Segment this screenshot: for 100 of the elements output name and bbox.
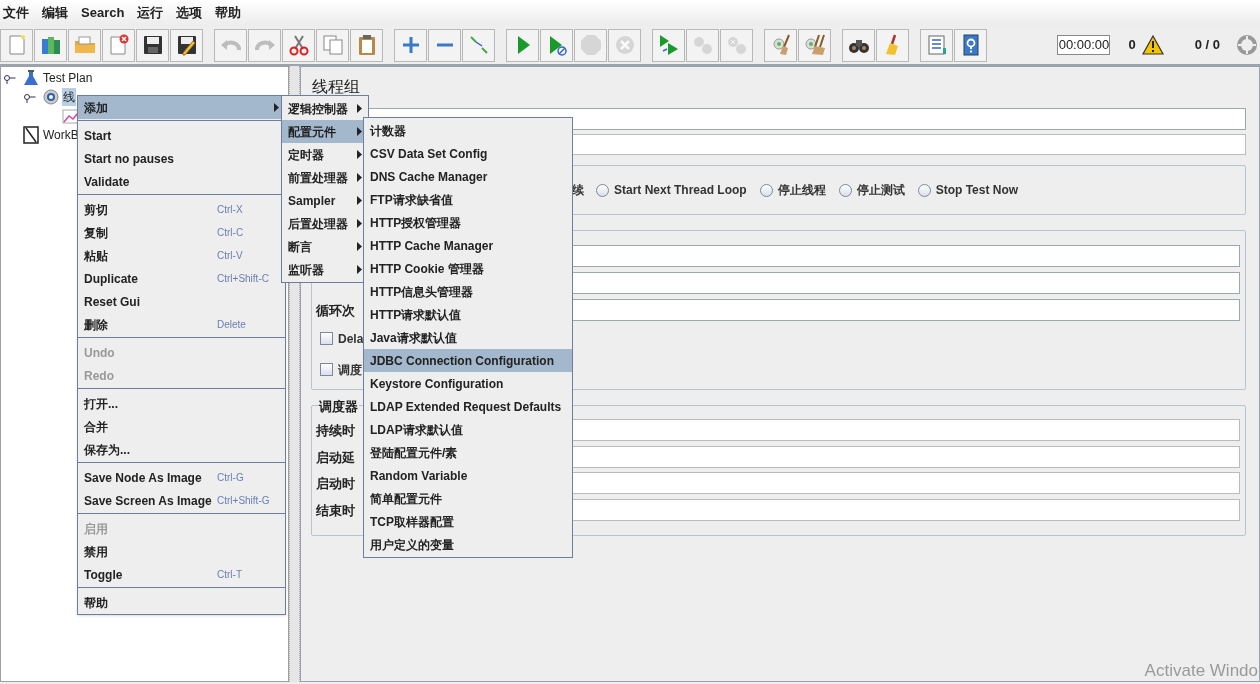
menu-item[interactable]: 删除 Delete (78, 313, 285, 336)
panel-title: 线程组 (311, 77, 361, 97)
checkbox[interactable] (320, 363, 333, 376)
menu-item[interactable]: 简单配置元件 (364, 487, 572, 510)
menu-item[interactable]: Validate (78, 170, 285, 193)
menu-item[interactable]: 帮助 (78, 591, 285, 614)
menu-item[interactable]: FTP请求缺省值 (364, 188, 572, 211)
save-as-button[interactable] (170, 28, 203, 62)
new-button[interactable] (0, 28, 33, 62)
warning-count: 0 (1128, 36, 1136, 55)
menu-item[interactable]: CSV Data Set Config (364, 142, 572, 165)
start-button[interactable] (506, 28, 539, 62)
menu-item[interactable]: Save Node As Image Ctrl-G (78, 466, 285, 489)
menu-title[interactable]: 编辑 (42, 3, 68, 23)
help-button[interactable] (954, 28, 987, 62)
clear-all-button[interactable] (798, 28, 831, 62)
menu-item[interactable]: Start no pauses (78, 147, 285, 170)
radio-option[interactable]: 停止测试 (838, 181, 905, 199)
menu-item[interactable]: Start (78, 124, 285, 147)
shortcut-label: Ctrl-V (217, 249, 243, 263)
pages-icon (320, 33, 345, 57)
menu-title[interactable]: 帮助 (215, 3, 242, 23)
function-helper-button[interactable] (920, 28, 953, 62)
submenu-arrow-icon (357, 242, 362, 251)
radio-option[interactable]: 停止线程 (759, 181, 826, 199)
checkbox-option[interactable]: Dela (320, 323, 364, 354)
curved-arrow-icon (253, 38, 276, 52)
shortcut-label: Ctrl+Shift-C (217, 272, 269, 286)
menu-item[interactable]: 剪切 Ctrl-X (78, 198, 285, 221)
menu-item[interactable]: 登陆配置元件/素 (364, 441, 572, 464)
text-field[interactable] (570, 498, 1240, 521)
collapse-button[interactable] (428, 28, 461, 62)
flask-icon (22, 68, 40, 87)
paste-button[interactable] (350, 28, 383, 62)
cut-button[interactable] (282, 28, 315, 62)
menu-item[interactable]: Reset Gui (78, 290, 285, 313)
menu-item[interactable]: Keystore Configuration (364, 372, 572, 395)
menu-item[interactable]: Java请求默认值 (364, 326, 572, 349)
toggle-button[interactable] (462, 28, 495, 62)
text-field[interactable] (570, 472, 1240, 495)
submenu-arrow-icon (357, 150, 362, 159)
menu-item[interactable]: HTTP授权管理器 (364, 211, 572, 234)
gear-brooms-icon (802, 33, 827, 57)
warning-icon[interactable] (1141, 35, 1164, 55)
tree-node-label[interactable]: 线 (62, 87, 76, 106)
menu-item[interactable]: Duplicate Ctrl+Shift-C (78, 267, 285, 290)
text-field[interactable] (570, 445, 1240, 468)
menu-item[interactable]: 用户定义的变量 (364, 533, 572, 556)
radio-option[interactable]: Start Next Thread Loop (596, 181, 747, 199)
text-field[interactable] (570, 419, 1240, 442)
menu-item[interactable]: 逻辑控制器 (282, 97, 368, 120)
menu-item[interactable]: Random Variable (364, 464, 572, 487)
menu-item[interactable]: HTTP请求默认值 (364, 303, 572, 326)
menu-title[interactable]: 文件 (3, 3, 29, 23)
field-label: 启动延 (316, 449, 355, 465)
shortcut-label: Ctrl-X (217, 203, 243, 217)
search-button[interactable] (842, 28, 875, 62)
menu-item[interactable]: HTTP Cache Manager (364, 234, 572, 257)
menu-item[interactable]: HTTP信息头管理器 (364, 280, 572, 303)
menu-item[interactable]: 粘贴 Ctrl-V (78, 244, 285, 267)
timer-field: 00:00:00 (1057, 35, 1111, 55)
menu-item[interactable]: Save Screen As Image Ctrl+Shift-G (78, 489, 285, 512)
curved-arrow-icon (219, 38, 242, 52)
menu-item[interactable]: DNS Cache Manager (364, 165, 572, 188)
text-field[interactable] (570, 244, 1240, 267)
tree-node-label[interactable]: WorkB (42, 125, 80, 144)
menu-item[interactable]: JDBC Connection Configuration (364, 349, 572, 372)
menu-item[interactable]: LDAP Extended Request Defaults (364, 395, 572, 418)
menu-title[interactable]: Search (81, 3, 125, 23)
menu-item[interactable]: HTTP Cookie 管理器 (364, 257, 572, 280)
menu-title[interactable]: 运行 (137, 3, 164, 23)
submenu-arrow-icon (357, 219, 362, 228)
remote-start-button[interactable] (652, 28, 685, 62)
octagon-icon (578, 33, 603, 57)
clear-button[interactable] (764, 28, 797, 62)
menu-item[interactable]: LDAP请求默认值 (364, 418, 572, 441)
menu-item[interactable]: 禁用 (78, 540, 285, 563)
menu-item[interactable]: Toggle Ctrl-T (78, 563, 285, 586)
menu-item[interactable]: 合并 (78, 415, 285, 438)
text-field[interactable] (570, 298, 1240, 321)
menu-item[interactable]: 打开... (78, 392, 285, 415)
radio-option[interactable]: Stop Test Now (917, 181, 1019, 199)
templates-button[interactable] (34, 28, 67, 62)
close-button[interactable] (102, 28, 135, 62)
field-label: 持续时 (316, 423, 355, 439)
menu-item[interactable]: TCP取样器配置 (364, 510, 572, 533)
menu-title[interactable]: 选项 (176, 3, 203, 23)
open-button[interactable] (68, 28, 101, 62)
submenu-arrow-icon (357, 265, 362, 274)
checkbox-option[interactable]: 调度 (320, 354, 362, 385)
start-no-pauses-button[interactable] (540, 28, 573, 62)
text-field[interactable] (570, 271, 1240, 294)
gear-icon (42, 87, 60, 106)
tree-node-label[interactable]: Test Plan (42, 68, 94, 87)
save-button[interactable] (136, 28, 169, 62)
shortcut-label: Ctrl+Shift-G (217, 494, 270, 508)
expand-button[interactable] (394, 28, 427, 62)
menu-item[interactable]: 复制 Ctrl-C (78, 221, 285, 244)
checkbox[interactable] (320, 332, 333, 345)
menu-item[interactable]: 保存为... (78, 438, 285, 461)
